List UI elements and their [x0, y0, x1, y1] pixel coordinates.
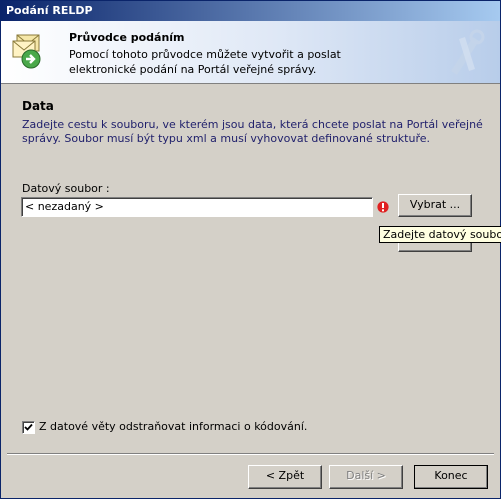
finish-button[interactable]: Konec	[414, 465, 488, 489]
section-title: Data	[22, 99, 54, 113]
browse-button[interactable]: Vybrat ...	[398, 194, 472, 217]
header-description: Pomocí tohoto průvodce můžete vytvořit a…	[69, 48, 341, 76]
envelope-wizard-icon	[12, 34, 41, 69]
remove-encoding-checkbox[interactable]	[22, 421, 35, 434]
header-title: Průvodce podáním	[69, 31, 185, 44]
remove-encoding-label[interactable]: Z datové věty odstraňovat informaci o kó…	[39, 420, 307, 433]
checkmark-icon	[24, 423, 33, 431]
wizard-window: Podání RELDP Průvodce podáním Pomocí toh…	[0, 0, 501, 499]
browse-button-label: Vybrat ...	[409, 198, 461, 211]
back-button[interactable]: < Zpět	[248, 465, 322, 489]
window-title: Podání RELDP	[6, 4, 93, 17]
tools-watermark-icon	[451, 29, 485, 75]
footer-separator	[7, 453, 494, 455]
file-path-input[interactable]: < nezadaný >	[21, 197, 373, 217]
back-button-label: < Zpět	[265, 469, 305, 482]
finish-button-label: Konec	[434, 469, 468, 482]
wizard-header: Průvodce podáním Pomocí tohoto průvodce …	[1, 21, 500, 84]
file-field-label: Datový soubor :	[22, 182, 110, 195]
file-path-value: < nezadaný >	[25, 200, 104, 213]
error-tooltip: Zadejte datový soubor.	[379, 226, 501, 243]
title-bar[interactable]: Podání RELDP	[1, 1, 500, 21]
section-description: Zadejte cestu k souboru, ve kterém jsou …	[22, 118, 483, 145]
next-button-label: Další >	[346, 469, 386, 482]
next-button[interactable]: Další >	[329, 465, 403, 489]
error-exclamation-icon	[377, 201, 389, 213]
